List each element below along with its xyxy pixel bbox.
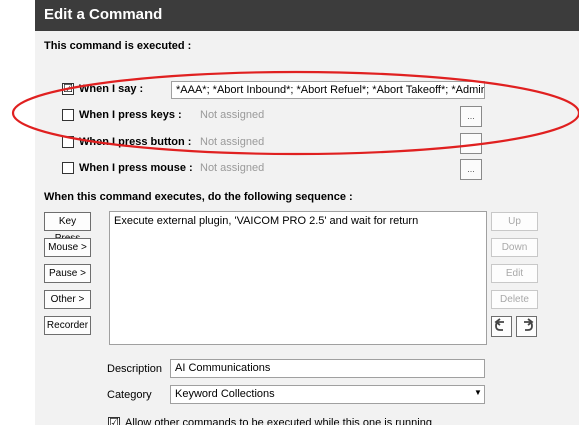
redo-button[interactable]	[516, 316, 537, 337]
when-i-press-mouse-checkbox[interactable]	[62, 162, 74, 174]
edit-command-window: Edit a Command This command is executed …	[35, 0, 579, 425]
action-sequence-list[interactable]: Execute external plugin, 'VAICOM PRO 2.5…	[109, 211, 487, 345]
when-i-say-checkbox[interactable]: ☑	[62, 83, 74, 95]
when-i-say-field[interactable]: *AAA*; *Abort Inbound*; *Abort Refuel*; …	[171, 81, 485, 99]
redo-icon	[524, 318, 534, 331]
delete-button[interactable]: Delete	[491, 290, 538, 309]
pause-button[interactable]: Pause >	[44, 264, 91, 283]
chevron-down-icon: ▼	[474, 388, 482, 397]
sequence-section-label: When this command executes, do the follo…	[44, 191, 353, 203]
description-input[interactable]: AI Communications	[170, 359, 485, 378]
mouse-assign-button[interactable]: ...	[460, 159, 482, 180]
edit-button[interactable]: Edit	[491, 264, 538, 283]
when-i-press-mouse-label: When I press mouse :	[79, 162, 193, 174]
when-i-press-keys-label: When I press keys :	[79, 109, 182, 121]
undo-button[interactable]	[491, 316, 512, 337]
up-button[interactable]: Up	[491, 212, 538, 231]
key-press-button[interactable]: Key Press	[44, 212, 91, 244]
down-button[interactable]: Down	[491, 238, 538, 257]
recorder-button[interactable]: Recorder	[44, 316, 91, 335]
button-value: Not assigned	[200, 136, 265, 148]
executed-section-label: This command is executed :	[44, 40, 192, 52]
undo-icon	[494, 318, 504, 331]
button-assign-button[interactable]: ...	[460, 133, 482, 154]
category-label: Category	[107, 389, 152, 401]
mouse-value: Not assigned	[200, 162, 265, 174]
description-label: Description	[107, 363, 163, 375]
when-i-say-label: When I say :	[79, 83, 144, 95]
when-i-press-button-label: When I press button :	[79, 136, 192, 148]
sequence-item[interactable]: Execute external plugin, 'VAICOM PRO 2.5…	[114, 215, 418, 227]
category-value: Keyword Collections	[175, 388, 275, 400]
other-button[interactable]: Other >	[44, 290, 91, 309]
title-bar: Edit a Command	[35, 0, 579, 31]
window-title: Edit a Command	[44, 6, 163, 23]
when-i-press-button-checkbox[interactable]	[62, 136, 74, 148]
category-select[interactable]: Keyword Collections	[170, 385, 485, 404]
keys-assign-button[interactable]: ...	[460, 106, 482, 127]
allow-other-commands-checkbox[interactable]: ☑	[108, 417, 120, 425]
allow-other-commands-label: Allow other commands to be executed whil…	[125, 417, 432, 425]
when-i-press-keys-checkbox[interactable]	[62, 109, 74, 121]
mouse-button[interactable]: Mouse >	[44, 238, 91, 257]
keys-value: Not assigned	[200, 109, 265, 121]
